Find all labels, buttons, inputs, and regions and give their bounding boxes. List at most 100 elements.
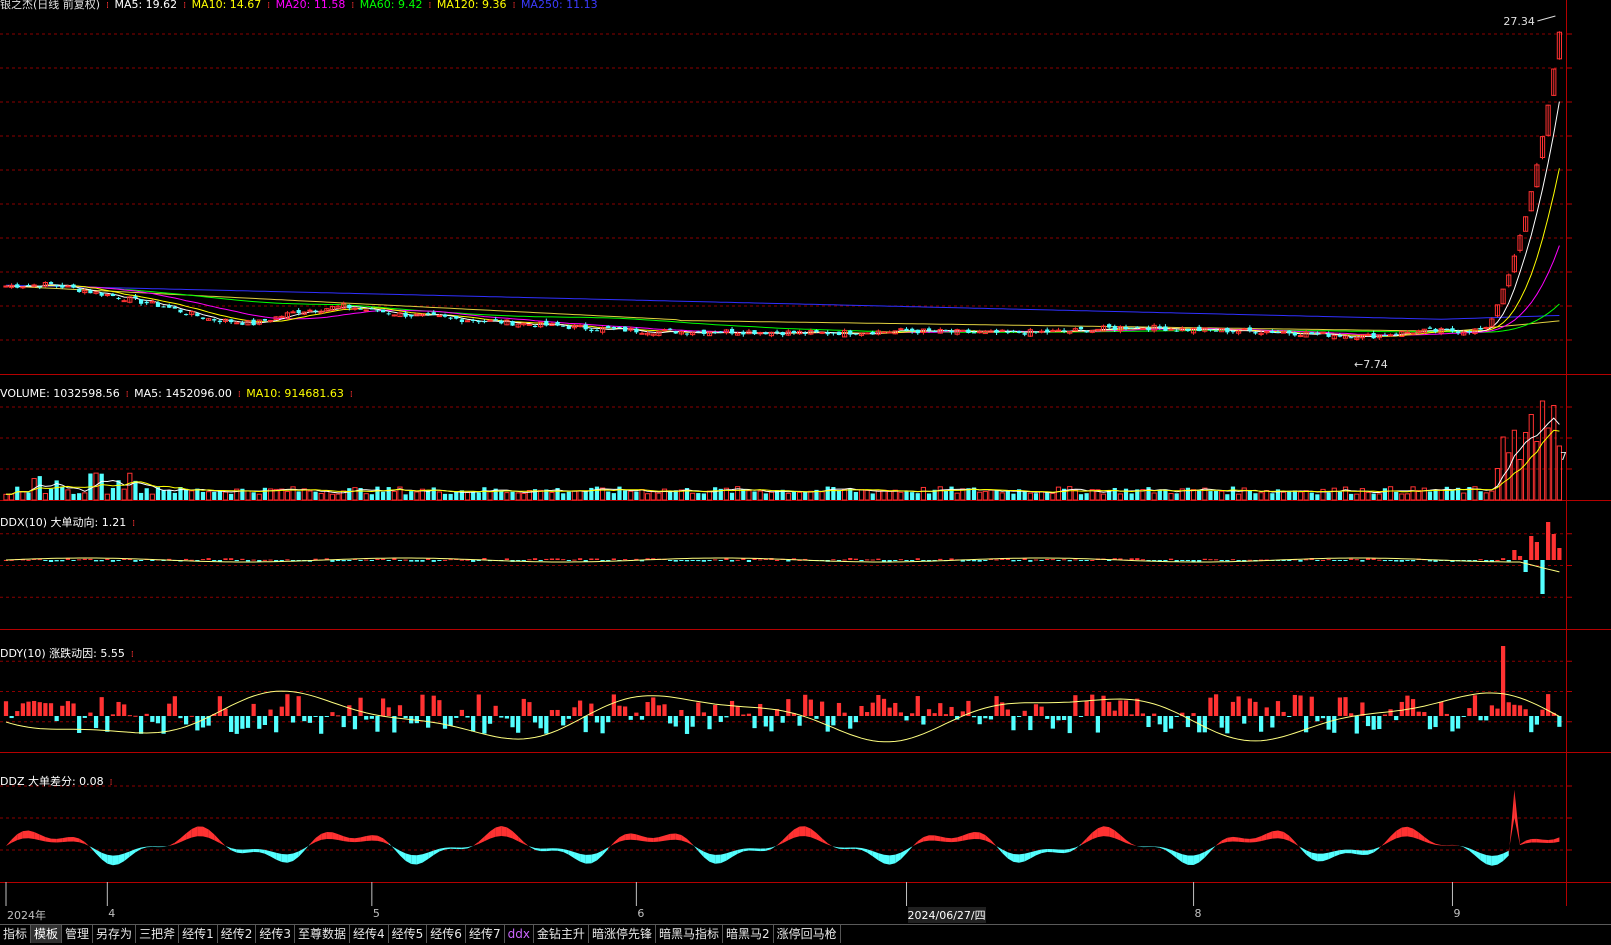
volume-bar-down — [791, 491, 797, 500]
ddy-bar — [15, 711, 20, 716]
candle-up — [1095, 328, 1101, 331]
volume-bar-up — [1539, 400, 1546, 501]
volume-bar-up — [571, 490, 578, 501]
ddz-area — [782, 834, 789, 844]
ddx-bar — [679, 560, 684, 561]
candle-down — [1309, 332, 1314, 335]
candle-down — [37, 286, 42, 288]
volume-bar-down — [1197, 490, 1202, 500]
candle-down — [831, 332, 836, 334]
tab-17[interactable]: 暗黑马2 — [723, 925, 774, 943]
volume-bar-down — [1174, 493, 1179, 500]
ddx-bar — [848, 558, 853, 560]
tab-5[interactable]: 经传1 — [179, 925, 218, 943]
volume-bar-up — [1297, 491, 1304, 501]
volume-bar-up — [690, 492, 696, 501]
ma250-line — [5, 284, 1560, 320]
ddz-area — [326, 831, 333, 840]
ddz-area — [906, 846, 913, 854]
ddy-bar — [617, 705, 622, 716]
ddy-bar — [600, 716, 605, 734]
volume-bar-down — [803, 491, 808, 500]
ddz-area — [675, 833, 682, 841]
tab-12[interactable]: 经传7 — [466, 925, 505, 943]
tab-18[interactable]: 涨停回马枪 — [774, 925, 841, 943]
tab-11[interactable]: 经传6 — [427, 925, 466, 943]
ddx-bar — [532, 558, 538, 560]
candle-down — [668, 328, 673, 330]
tab-16[interactable]: 暗黑马指标 — [656, 925, 723, 943]
ddy-bar — [1219, 716, 1224, 728]
volume-bar-down — [1033, 493, 1039, 500]
tab-13[interactable]: ddx — [505, 925, 534, 943]
ddy-bar — [606, 716, 611, 723]
ddy-bar — [859, 705, 864, 716]
ddx-bar — [1349, 558, 1354, 560]
ddz-area — [1345, 849, 1352, 854]
ddy-bar — [915, 696, 920, 716]
ddy-bar — [611, 694, 616, 716]
tab-15[interactable]: 暗涨停先锋 — [589, 925, 656, 943]
candle-up — [898, 328, 904, 331]
candle-down — [499, 320, 504, 324]
ddx-bar — [223, 558, 228, 560]
ddy-bar — [1512, 704, 1517, 716]
volume-bar-up — [858, 489, 865, 501]
candle-down — [752, 330, 757, 335]
candle-up — [819, 331, 825, 334]
volume-bar-down — [116, 480, 121, 500]
tab-7[interactable]: 经传3 — [256, 925, 295, 943]
tab-6[interactable]: 经传2 — [218, 925, 257, 943]
tab-4[interactable]: 三把斧 — [136, 925, 180, 943]
tab-3[interactable]: 另存为 — [93, 925, 137, 943]
ddx-bar — [561, 559, 566, 561]
ddx-bar — [938, 558, 943, 560]
candle-down — [1157, 326, 1162, 329]
tab-0[interactable]: 指标 — [0, 925, 32, 943]
tab-1[interactable]: 模板 — [31, 925, 63, 943]
ddy-bar — [1062, 716, 1067, 721]
ddy-bar — [358, 697, 363, 716]
ddy-bar — [1349, 713, 1354, 716]
ddy-bar — [1247, 698, 1252, 716]
ddy-bar — [32, 700, 37, 716]
ddy-bar — [780, 716, 785, 723]
ddz-area — [709, 853, 716, 864]
ddx-bar — [48, 560, 54, 562]
ddy-bar — [769, 716, 774, 732]
date-axis-label: 2024年 — [7, 909, 46, 922]
ddz-area — [523, 842, 530, 847]
tab-10[interactable]: 经传5 — [389, 925, 428, 943]
ddz-area — [884, 854, 890, 865]
tab-8[interactable]: 至尊数据 — [295, 925, 351, 943]
volume-bar-up — [414, 491, 420, 501]
volume-bar-up — [1151, 492, 1157, 501]
volume-bar-down — [701, 493, 707, 500]
ddy-bar — [313, 716, 318, 717]
candle-down — [459, 319, 464, 322]
volume-bar-down — [1450, 490, 1455, 500]
volume-bar-up — [1438, 489, 1444, 501]
candle-down — [493, 319, 498, 321]
ddz-area — [687, 838, 693, 846]
ddz-area — [602, 847, 609, 856]
ddz-area — [1334, 850, 1340, 857]
ddx-bar — [1129, 558, 1134, 560]
ddx-bar — [1394, 560, 1399, 562]
ddx-bar — [1495, 559, 1500, 561]
ddz-area — [805, 826, 811, 838]
tab-9[interactable]: 经传4 — [350, 925, 389, 943]
volume-bar-up — [577, 490, 583, 501]
ddy-bar — [88, 712, 93, 716]
tab-2[interactable]: 管理 — [62, 925, 94, 943]
ma10-label: MA10: 14.67 — [191, 0, 262, 11]
candle-down — [178, 309, 183, 313]
volume-bar-down — [1382, 488, 1388, 500]
ddz-area — [152, 846, 158, 848]
ddx-bar — [285, 559, 290, 561]
volume-bar-down — [229, 493, 234, 500]
volume-bar-up — [785, 492, 791, 501]
ddy-bar — [1230, 701, 1236, 716]
volume-bar-up — [1168, 493, 1174, 501]
tab-14[interactable]: 金钻主升 — [534, 925, 589, 943]
